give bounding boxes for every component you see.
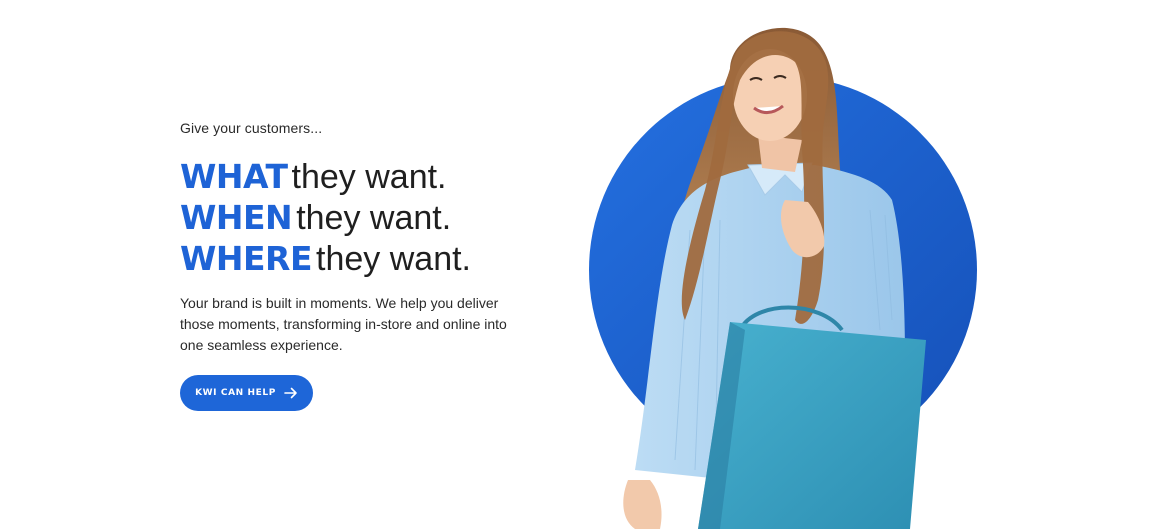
hero-illustration [589, 27, 977, 529]
headline-rest: they want. [316, 240, 471, 278]
headline-keyword: WHEN [180, 198, 293, 237]
hero-section: Give your customers... WHAT they want. WH… [0, 0, 1154, 529]
hero-headline: WHAT they want. WHEN they want. WHERE they … [180, 156, 560, 279]
kwi-can-help-button[interactable]: KWI CAN HELP [180, 375, 313, 411]
hero-visual [580, 0, 990, 529]
lower-hand [623, 480, 662, 529]
hero-copy: Give your customers... WHAT they want. WH… [180, 118, 560, 356]
headline-line-where: WHERE they want. [180, 238, 560, 279]
headline-rest: they want. [291, 158, 447, 196]
headline-line-when: WHEN they want. [180, 197, 560, 238]
neck [758, 135, 802, 172]
hero-description: Your brand is built in moments. We help … [180, 295, 507, 353]
hero-eyebrow: Give your customers... [180, 120, 323, 136]
arrow-right-icon [284, 387, 298, 399]
headline-line-what: WHAT they want. [180, 156, 560, 197]
headline-rest: they want. [296, 199, 452, 237]
headline-keyword: WHAT [180, 157, 288, 196]
cta-label: KWI CAN HELP [195, 388, 276, 398]
headline-keyword: WHERE [180, 239, 313, 278]
